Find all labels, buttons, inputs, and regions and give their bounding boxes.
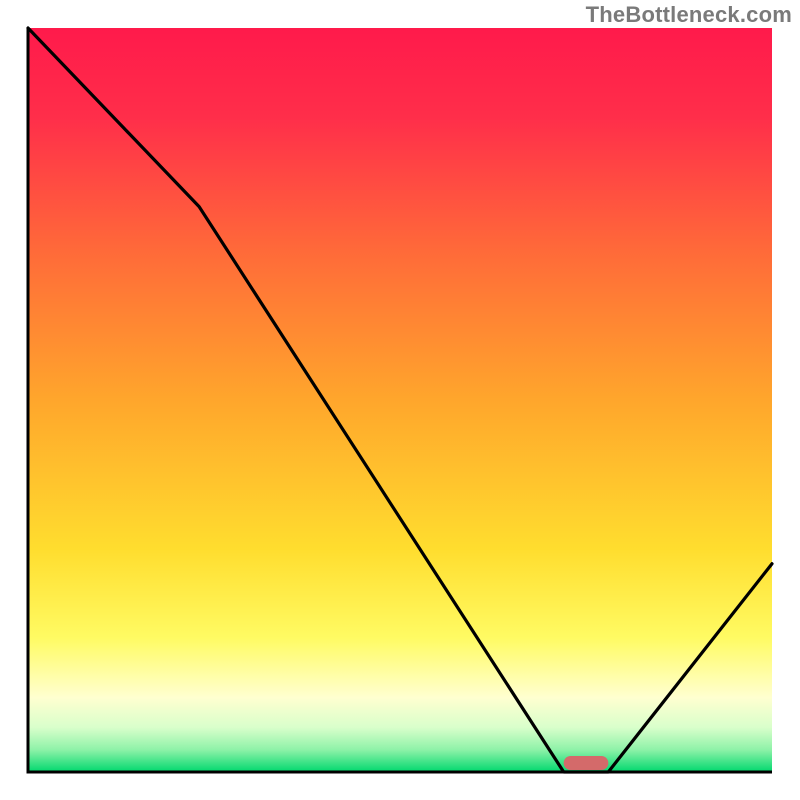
bottleneck-chart <box>0 0 800 800</box>
plot-background <box>28 28 772 772</box>
watermark-text: TheBottleneck.com <box>586 2 792 28</box>
chart-container: TheBottleneck.com <box>0 0 800 800</box>
valley-marker <box>564 756 609 770</box>
